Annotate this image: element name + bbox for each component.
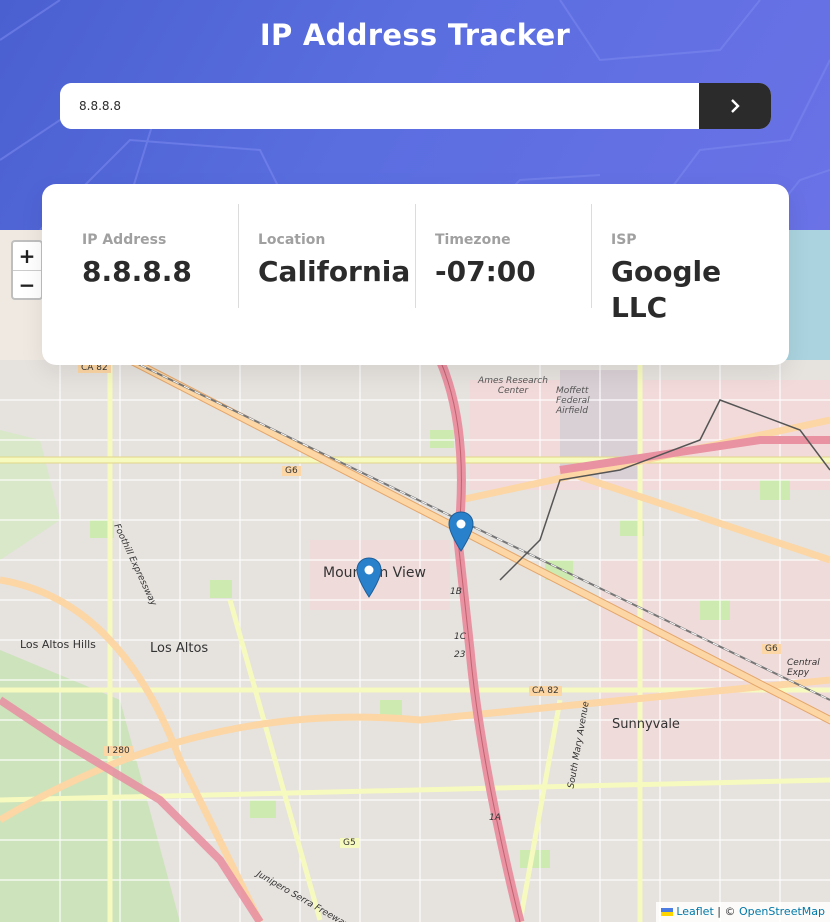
ip-search-input[interactable] <box>60 83 699 129</box>
zoom-control: + − <box>11 240 43 300</box>
ip-address-value: 8.8.8.8 <box>82 255 192 288</box>
road-label: CA 82 <box>529 686 562 696</box>
page-title: IP Address Tracker <box>259 18 571 52</box>
map-pin-icon[interactable] <box>356 557 382 598</box>
road-label: 1C <box>454 632 467 642</box>
ukraine-flag-icon <box>661 908 674 916</box>
attribution-separator: | © <box>717 905 736 918</box>
location-section: Location California <box>238 204 415 308</box>
chevron-right-icon <box>731 99 740 113</box>
map-label-ames: Ames Research Center <box>478 376 548 396</box>
timezone-section: Timezone -07:00 <box>415 204 592 308</box>
location-label: Location <box>258 232 326 248</box>
ip-info-card: IP Address 8.8.8.8 Location California T… <box>42 184 789 365</box>
zoom-in-button[interactable]: + <box>13 242 41 271</box>
map-label-los-altos: Los Altos <box>150 641 209 656</box>
search-bar <box>60 83 771 129</box>
map-pin-icon[interactable] <box>448 511 474 552</box>
isp-label: ISP <box>611 232 637 248</box>
road-label: I 280 <box>104 746 133 756</box>
road-label: Central Expy <box>787 658 820 678</box>
road-label: G6 <box>282 466 301 476</box>
leaflet-link[interactable]: Leaflet <box>676 905 713 918</box>
location-value: California <box>258 255 411 288</box>
ip-address-section: IP Address 8.8.8.8 <box>63 204 238 308</box>
road-label: 23 <box>454 650 466 660</box>
isp-section: ISP Google LLC <box>591 204 790 324</box>
search-submit-button[interactable] <box>699 83 771 129</box>
timezone-label: Timezone <box>435 232 511 248</box>
isp-value: Google LLC <box>611 255 722 324</box>
road-label: G6 <box>762 644 781 654</box>
ip-address-label: IP Address <box>82 232 167 248</box>
openstreetmap-link[interactable]: OpenStreetMap <box>739 905 825 918</box>
map-label-sunnyvale: Sunnyvale <box>612 717 680 732</box>
timezone-value: -07:00 <box>435 255 536 288</box>
zoom-out-button[interactable]: − <box>13 271 41 298</box>
map-label-los-altos-hills: Los Altos Hills <box>20 638 96 651</box>
road-label: 1B <box>450 587 462 597</box>
road-label: 1A <box>489 813 501 823</box>
map-attribution: Leaflet | © OpenStreetMap <box>656 902 830 922</box>
map-label-moffett: Moffett Federal Airfield <box>556 386 590 416</box>
road-label: G5 <box>340 838 359 848</box>
